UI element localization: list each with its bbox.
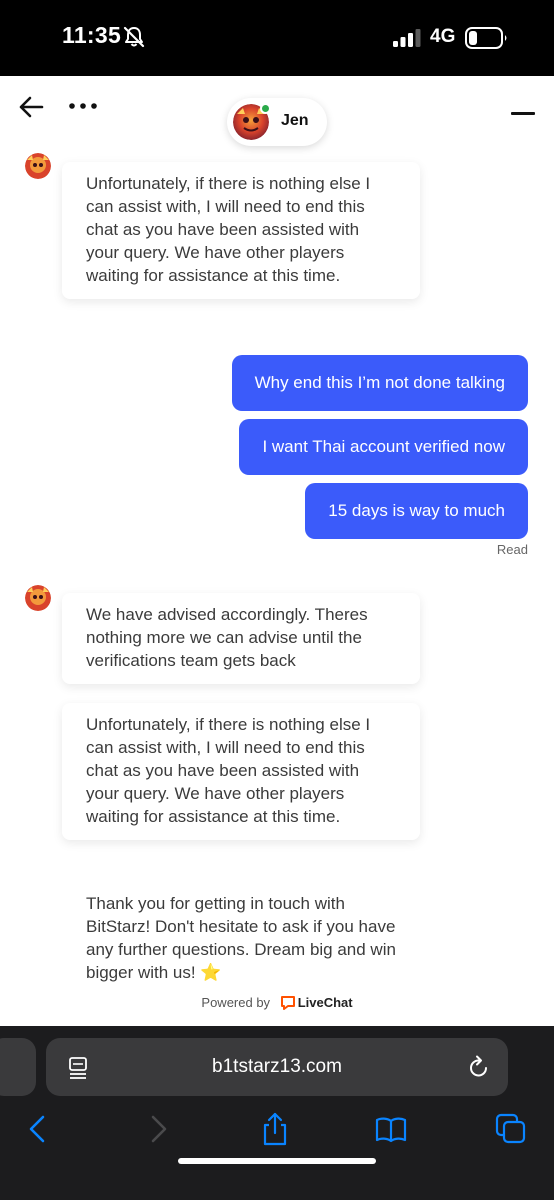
back-arrow-icon[interactable] xyxy=(18,94,44,120)
reload-icon[interactable] xyxy=(468,1055,490,1079)
home-indicator[interactable] xyxy=(178,1158,376,1164)
agent-message: Unfortunately, if there is nothing else … xyxy=(62,162,420,299)
agent-message: Thank you for getting in touch with BitS… xyxy=(62,882,420,984)
agent-name: Jen xyxy=(281,112,309,129)
chat-window: Jen Unfortunately, if there is nothing e… xyxy=(0,76,554,1026)
agent-avatar-small xyxy=(25,153,51,179)
browser-toolbar: b1tstarz13.com xyxy=(0,1026,554,1200)
bell-slash-icon xyxy=(123,26,145,48)
battery-icon xyxy=(465,27,507,49)
network-type: 4G xyxy=(430,26,456,47)
livechat-logo-icon xyxy=(280,995,295,1010)
minimize-icon[interactable] xyxy=(511,112,535,115)
powered-by-label: Powered by xyxy=(201,995,271,1011)
bookmarks-icon[interactable] xyxy=(374,1112,408,1146)
previous-tab-preview[interactable] xyxy=(0,1038,36,1096)
agent-header[interactable]: Jen xyxy=(227,98,327,146)
agent-message: Unfortunately, if there is nothing else … xyxy=(62,703,420,840)
address-bar[interactable]: b1tstarz13.com xyxy=(46,1038,508,1096)
online-status-dot xyxy=(260,103,271,114)
user-message[interactable]: I want Thai account verified now xyxy=(239,419,528,475)
forward-icon[interactable] xyxy=(140,1112,174,1146)
url-text: b1tstarz13.com xyxy=(212,1056,342,1077)
tabs-icon[interactable] xyxy=(494,1112,528,1146)
agent-avatar-small xyxy=(25,585,51,611)
signal-icon xyxy=(393,29,421,47)
share-icon[interactable] xyxy=(258,1112,292,1146)
user-message[interactable]: Why end this I’m not done talking xyxy=(231,355,528,411)
status-bar: 11:35 4G xyxy=(0,0,554,76)
back-icon[interactable] xyxy=(22,1112,56,1146)
more-options-icon[interactable] xyxy=(68,98,98,114)
status-time: 11:35 xyxy=(62,22,122,48)
agent-message: We have advised accordingly. Theres noth… xyxy=(62,593,420,684)
powered-by-livechat[interactable]: Powered by LiveChat xyxy=(0,994,554,1011)
livechat-brand: LiveChat xyxy=(297,995,353,1011)
user-message[interactable]: 15 days is way to much xyxy=(305,483,528,539)
read-receipt: Read xyxy=(496,542,528,557)
